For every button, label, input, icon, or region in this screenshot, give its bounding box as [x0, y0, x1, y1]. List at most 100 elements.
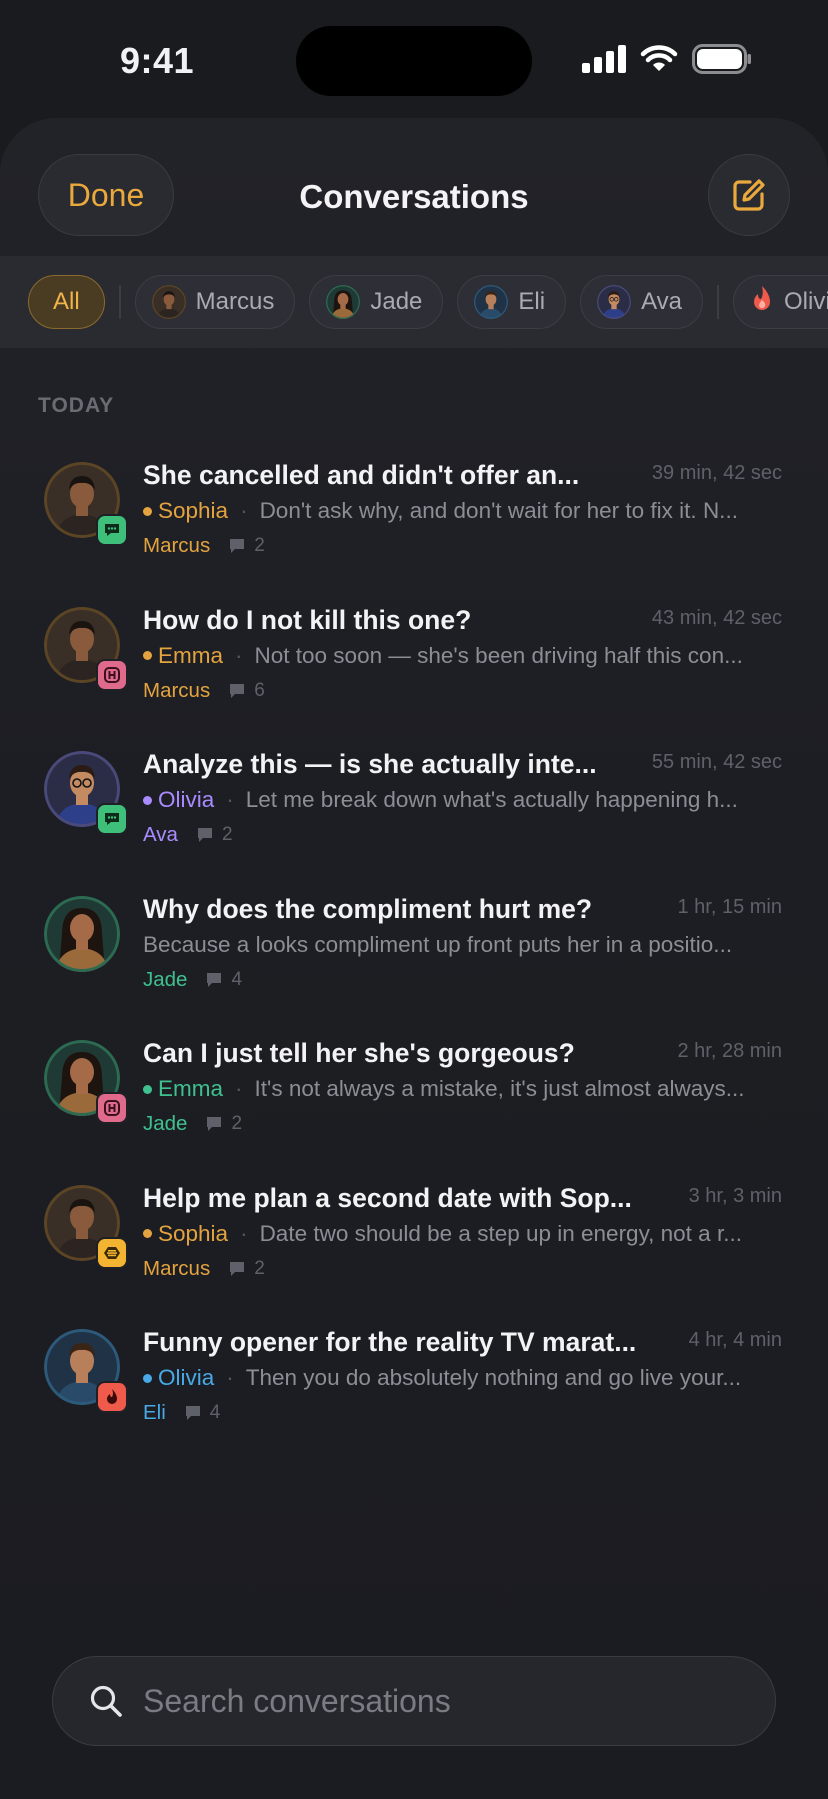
filter-chip-marcus[interactable]: Marcus — [134, 275, 296, 329]
separator-dot: · — [226, 787, 234, 812]
message-count-value: 2 — [231, 1113, 243, 1134]
status-time: 9:41 — [120, 40, 195, 81]
filter-chip-label: Olivia — [784, 288, 828, 315]
conversation-title: She cancelled and didn't offer an... — [143, 460, 580, 490]
conversation-time: 43 min, 42 sec — [651, 606, 782, 629]
compose-icon — [733, 179, 765, 211]
message-count: 4 — [205, 969, 242, 991]
message-bubble-icon — [207, 972, 222, 987]
conversation-time: 1 hr, 15 min — [677, 895, 782, 918]
filter-chip-label: Marcus — [195, 288, 275, 315]
conversation-row[interactable]: She cancelled and didn't offer an... 39 m… — [0, 442, 828, 587]
message-preview: Don't ask why, and don't wait for her to… — [259, 498, 738, 523]
conversation-meta: Ava 2 — [143, 823, 233, 847]
coach-name: Marcus — [143, 678, 211, 702]
message-bubble-icon — [230, 683, 245, 698]
search-icon — [90, 1685, 122, 1717]
conversation-title: Why does the compliment hurt me? — [143, 893, 593, 924]
filter-divider — [118, 285, 121, 319]
filter-avatar — [474, 285, 509, 319]
page-title: Conversations — [299, 178, 529, 215]
message-bubble-icon — [185, 1406, 200, 1420]
conversation-row[interactable]: Why does the compliment hurt me? 1 hr, 15… — [0, 876, 828, 1021]
message-count: 2 — [205, 1113, 242, 1135]
coach-name: Eli — [143, 1401, 166, 1424]
conversation-time: 55 min, 42 sec — [651, 751, 782, 773]
message-count: 2 — [228, 1258, 265, 1280]
message-bubble-icon — [197, 828, 212, 842]
conversations-sheet: Done Conversations All Marcus Jade Eli A… — [0, 118, 828, 1799]
message-count-value: 2 — [254, 535, 265, 556]
avatar — [44, 1329, 128, 1413]
conversation-preview-line: Because a looks compliment up front puts… — [143, 932, 783, 958]
filter-chip-jade[interactable]: Jade — [309, 275, 444, 329]
conversation-row[interactable]: Can I just tell her she's gorgeous? 2 hr,… — [0, 1020, 828, 1165]
message-preview: Let me break down what's actually happen… — [245, 787, 738, 812]
wifi-icon — [640, 45, 678, 71]
conversation-preview-line: Emma · It's not always a mistake, it's jus… — [143, 1076, 783, 1102]
filter-divider — [717, 285, 719, 319]
status-bar: 9:41 — [0, 0, 828, 118]
filter-chip-eli[interactable]: Eli — [457, 275, 567, 329]
coach-name: Jade — [143, 967, 188, 991]
conversation-title: Funny opener for the reality TV marat... — [143, 1327, 637, 1357]
coach-name: Marcus — [143, 534, 211, 557]
avatar — [44, 462, 128, 546]
coach-avatar — [44, 895, 120, 972]
message-count-value: 4 — [231, 968, 243, 990]
section-label-today: TODAY — [38, 394, 115, 417]
separator-dot: · — [240, 1220, 248, 1246]
separator-dot: · — [240, 498, 248, 523]
search-bar[interactable] — [52, 1656, 776, 1746]
message-preview: Date two should be a step up in energy, … — [259, 1220, 742, 1246]
message-count-value: 4 — [209, 1402, 221, 1423]
filter-chip-all[interactable]: All — [28, 275, 105, 329]
filter-chip-label: All — [53, 288, 80, 315]
recipient-name: Sophia — [158, 1220, 229, 1246]
conversation-title: Analyze this — is she actually inte... — [143, 749, 597, 779]
separator-dot: · — [235, 1076, 243, 1101]
search-input[interactable] — [143, 1682, 703, 1720]
conversation-time: 3 hr, 3 min — [688, 1184, 782, 1207]
screen: 9:41 Done Conversations All Marcus Jade … — [0, 0, 828, 1799]
recipient-name: Emma — [158, 1076, 224, 1101]
conversation-meta: Eli 4 — [143, 1401, 220, 1425]
conversation-preview-line: Olivia · Then you do absolutely nothing an… — [143, 1365, 783, 1391]
conversation-row[interactable]: How do I not kill this one? 43 min, 42 se… — [0, 587, 828, 732]
filter-chip-ava[interactable]: Ava — [580, 275, 703, 329]
conversation-time: 2 hr, 28 min — [677, 1040, 782, 1062]
filter-chip-olivia[interactable]: Olivia — [733, 275, 828, 329]
conversation-row[interactable]: Help me plan a second date with Sop... 3 … — [0, 1165, 828, 1310]
conversation-meta: Marcus 6 — [143, 679, 265, 703]
hinge-badge-icon — [96, 1092, 128, 1124]
compose-button[interactable] — [708, 154, 790, 236]
chat-badge-icon — [96, 514, 128, 546]
recipient-dot — [143, 651, 152, 660]
conversation-time: 39 min, 42 sec — [651, 462, 782, 484]
message-count: 2 — [228, 535, 265, 557]
conversation-row[interactable]: Funny opener for the reality TV marat...… — [0, 1309, 828, 1454]
recipient-dot — [143, 1373, 152, 1383]
conversation-meta: Jade 4 — [143, 968, 242, 992]
recipient-dot — [143, 1229, 152, 1238]
avatar — [44, 895, 120, 972]
message-preview: Because a looks compliment up front puts… — [143, 931, 733, 957]
message-preview: Not too soon — she's been driving half t… — [254, 642, 743, 668]
conversation-title: Help me plan a second date with Sop... — [143, 1182, 632, 1213]
recipient-name: Olivia — [158, 787, 215, 812]
message-preview: Then you do absolutely nothing and go li… — [245, 1365, 742, 1390]
avatar — [44, 606, 128, 691]
message-bubble-icon — [230, 539, 245, 553]
conversation-title: Can I just tell her she's gorgeous? — [143, 1038, 575, 1068]
recipient-name: Olivia — [158, 1365, 215, 1390]
message-count: 4 — [184, 1402, 221, 1424]
separator-dot: · — [226, 1365, 234, 1390]
coach-name: Marcus — [143, 1256, 211, 1280]
filter-chip-label: Eli — [518, 288, 546, 315]
conversation-preview-line: Olivia · Let me break down what's actually… — [143, 787, 783, 813]
recipient-name: Emma — [158, 642, 224, 668]
recipient-dot — [143, 1084, 152, 1094]
coach-name: Ava — [143, 823, 178, 846]
message-count: 2 — [196, 824, 233, 846]
conversation-row[interactable]: Analyze this — is she actually inte... 55… — [0, 731, 828, 876]
